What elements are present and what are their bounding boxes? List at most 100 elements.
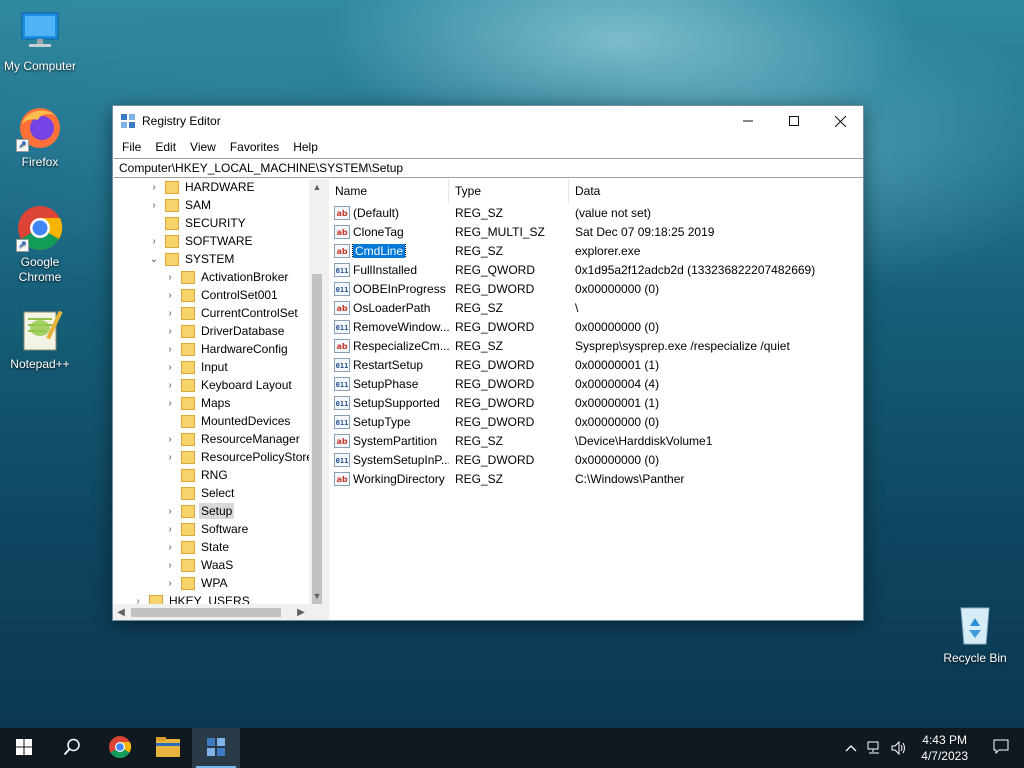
minimize-button[interactable] — [725, 106, 771, 136]
taskbar-chrome[interactable] — [96, 728, 144, 768]
chevron-right-icon[interactable]: › — [165, 268, 175, 286]
tree-node[interactable]: › WPA — [165, 574, 229, 592]
tree-node[interactable]: › Software — [165, 520, 250, 538]
chevron-right-icon[interactable]: › — [165, 394, 175, 412]
tree-horizontal-scrollbar[interactable]: ◀ ▶ — [113, 604, 325, 620]
chevron-right-icon[interactable]: › — [165, 340, 175, 358]
chevron-right-icon[interactable]: › — [165, 538, 175, 556]
value-row[interactable]: 011 SetupSupported REG_DWORD 0x00000001 (1) — [329, 393, 863, 412]
chevron-right-icon[interactable]: › — [165, 502, 175, 520]
chevron-right-icon[interactable]: › — [165, 322, 175, 340]
chevron-right-icon[interactable]: › — [165, 286, 175, 304]
folder-icon — [181, 306, 195, 320]
tree-node[interactable]: › Input — [165, 358, 230, 376]
chevron-right-icon[interactable]: › — [165, 556, 175, 574]
tree-node[interactable]: MountedDevices — [165, 412, 292, 430]
tree-node[interactable]: ⌄ SYSTEM — [149, 250, 236, 268]
desktop-icon-label: My Computer — [3, 59, 77, 73]
value-row[interactable]: 011 SetupType REG_DWORD 0x00000000 (0) — [329, 412, 863, 431]
menu-help[interactable]: Help — [286, 140, 325, 154]
chevron-right-icon[interactable]: › — [149, 196, 159, 214]
value-row[interactable]: 011 RemoveWindow... REG_DWORD 0x00000000 (0… — [329, 317, 863, 336]
desktop-icon-firefox[interactable]: ↗ Firefox — [0, 104, 80, 170]
tree-node[interactable]: › ResourceManager — [165, 430, 302, 448]
value-row[interactable]: 011 RestartSetup REG_DWORD 0x00000001 (1) — [329, 355, 863, 374]
volume-icon[interactable] — [887, 728, 911, 768]
close-button[interactable] — [817, 106, 863, 136]
value-row[interactable]: 011 FullInstalled REG_QWORD 0x1d95a2f12adcb… — [329, 260, 863, 279]
value-row[interactable]: ab CmdLine REG_SZ explorer.exe — [329, 241, 863, 260]
column-header-type[interactable]: Type — [449, 179, 569, 203]
scroll-right-arrow-icon[interactable]: ▶ — [293, 604, 309, 620]
tree-node[interactable]: › HKEY_USERS — [133, 592, 252, 604]
tree-node[interactable]: › HardwareConfig — [165, 340, 290, 358]
tree-node[interactable]: › State — [165, 538, 231, 556]
tree-node[interactable]: › Maps — [165, 394, 232, 412]
title-bar[interactable]: Registry Editor — [113, 106, 863, 136]
chevron-right-icon[interactable]: › — [149, 232, 159, 250]
desktop-icon-recycle-bin[interactable]: Recycle Bin — [935, 600, 1015, 666]
tree-vertical-scrollbar[interactable]: ▲ ▼ — [309, 179, 325, 604]
scroll-up-arrow-icon[interactable]: ▲ — [309, 179, 325, 195]
notification-center-button[interactable] — [978, 728, 1024, 768]
tree-node[interactable]: Select — [165, 484, 236, 502]
tree-node[interactable]: › SOFTWARE — [149, 232, 255, 250]
maximize-button[interactable] — [771, 106, 817, 136]
search-button[interactable] — [48, 728, 96, 768]
value-row[interactable]: ab SystemPartition REG_SZ \Device\HarddiskV… — [329, 431, 863, 450]
tree-node[interactable]: › Setup — [165, 502, 235, 520]
tree-node[interactable]: › HARDWARE — [149, 179, 257, 196]
tree-node[interactable]: › ActivationBroker — [165, 268, 290, 286]
value-type: REG_DWORD — [455, 281, 535, 296]
menu-view[interactable]: View — [183, 140, 223, 154]
menu-favorites[interactable]: Favorites — [223, 140, 286, 154]
start-button[interactable] — [0, 728, 48, 768]
chevron-right-icon[interactable]: › — [165, 304, 175, 322]
tree-node[interactable]: › ControlSet001 — [165, 286, 280, 304]
value-row[interactable]: ab WorkingDirectory REG_SZ C:\Windows\Panth… — [329, 469, 863, 488]
scrollbar-thumb[interactable] — [131, 608, 281, 617]
chevron-right-icon[interactable]: › — [165, 358, 175, 376]
address-bar[interactable]: Computer\HKEY_LOCAL_MACHINE\SYSTEM\Setup — [114, 158, 863, 178]
scroll-down-arrow-icon[interactable]: ▼ — [309, 588, 325, 604]
value-name-cell: 011 RestartSetup — [329, 357, 449, 372]
tree-node[interactable]: SECURITY — [149, 214, 248, 232]
value-row[interactable]: 011 SystemSetupInP... REG_DWORD 0x00000000 … — [329, 450, 863, 469]
menu-file[interactable]: File — [115, 140, 148, 154]
column-header-data[interactable]: Data — [569, 179, 863, 203]
network-icon[interactable] — [863, 728, 887, 768]
chevron-right-icon[interactable]: › — [165, 520, 175, 538]
value-row[interactable]: ab OsLoaderPath REG_SZ \ — [329, 298, 863, 317]
scroll-left-arrow-icon[interactable]: ◀ — [113, 604, 129, 620]
tree-node[interactable]: › Keyboard Layout — [165, 376, 294, 394]
tree-node[interactable]: › DriverDatabase — [165, 322, 286, 340]
chevron-right-icon[interactable]: › — [165, 574, 175, 592]
desktop-icon-notepadpp[interactable]: Notepad++ — [0, 306, 80, 372]
chevron-up-icon[interactable] — [839, 728, 863, 768]
desktop-icon-my-computer[interactable]: My Computer — [0, 8, 80, 74]
taskbar-regedit[interactable] — [192, 728, 240, 768]
chevron-right-icon[interactable]: › — [165, 430, 175, 448]
value-row[interactable]: ab RespecializeCm... REG_SZ Sysprep\sysprep… — [329, 336, 863, 355]
value-row[interactable]: ab (Default) REG_SZ (value not set) — [329, 203, 863, 222]
value-row[interactable]: ab CloneTag REG_MULTI_SZ Sat Dec 07 09:18:2… — [329, 222, 863, 241]
desktop-icon-chrome[interactable]: ↗ Google Chrome — [0, 204, 80, 285]
tree-node[interactable]: › ResourcePolicyStore — [165, 448, 309, 466]
taskbar-file-explorer[interactable] — [144, 728, 192, 768]
tree-node[interactable]: RNG — [165, 466, 230, 484]
value-data: Sysprep\sysprep.exe /respecialize /quiet — [575, 338, 790, 353]
chevron-right-icon[interactable]: › — [165, 448, 175, 466]
scrollbar-thumb[interactable] — [312, 274, 322, 604]
column-header-name[interactable]: Name — [329, 179, 449, 203]
taskbar-clock[interactable]: 4:43 PM 4/7/2023 — [911, 732, 978, 764]
chevron-down-icon[interactable]: ⌄ — [149, 250, 159, 268]
value-row[interactable]: 011 SetupPhase REG_DWORD 0x00000004 (4) — [329, 374, 863, 393]
value-row[interactable]: 011 OOBEInProgress REG_DWORD 0x00000000 (0) — [329, 279, 863, 298]
tree-node[interactable]: › SAM — [149, 196, 213, 214]
chevron-right-icon[interactable]: › — [149, 179, 159, 196]
chevron-right-icon[interactable]: › — [133, 592, 143, 605]
tree-node[interactable]: › CurrentControlSet — [165, 304, 300, 322]
menu-edit[interactable]: Edit — [148, 140, 183, 154]
chevron-right-icon[interactable]: › — [165, 376, 175, 394]
tree-node[interactable]: › WaaS — [165, 556, 235, 574]
